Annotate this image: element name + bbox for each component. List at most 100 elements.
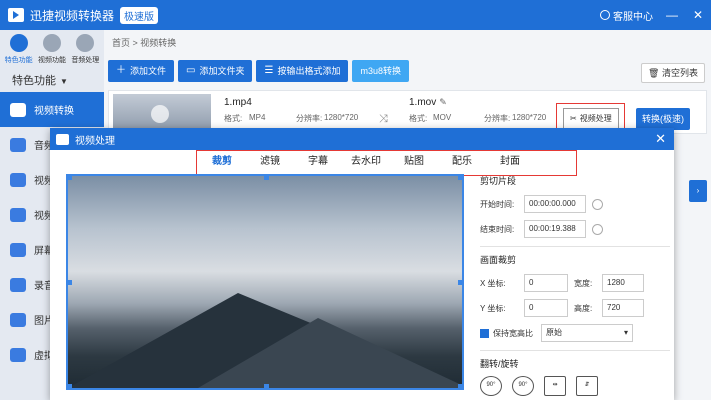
- source-file-name: 1.mp4: [224, 97, 252, 108]
- app-logo-icon: [56, 133, 69, 145]
- plus-icon: ＋: [116, 65, 126, 76]
- m3u8-button[interactable]: m3u8转换: [352, 60, 409, 82]
- edition-badge: 极速版: [120, 6, 159, 24]
- clear-list-button[interactable]: 🗑 清空列表: [641, 63, 705, 83]
- record-icon: [10, 277, 26, 292]
- width-label: 宽度:: [574, 278, 593, 288]
- topnav-video[interactable]: 视频功能: [36, 34, 68, 70]
- topnav-audio[interactable]: 音频处理: [69, 34, 101, 70]
- y-coord-input[interactable]: 0: [524, 299, 568, 317]
- tab-subtitle[interactable]: 字幕: [294, 151, 342, 173]
- title-bar: 迅捷视频转换器 极速版 客服中心 — ✕: [0, 0, 711, 30]
- screen-icon: [10, 242, 26, 257]
- folder-icon: ▭: [186, 65, 196, 76]
- video-preview[interactable]: [66, 174, 464, 390]
- source-format: MP4: [249, 113, 266, 122]
- flip-vertical-icon[interactable]: ⇵: [576, 376, 598, 396]
- divider: [480, 246, 670, 247]
- video-tool-icon: [10, 172, 26, 187]
- height-label: 高度:: [574, 303, 593, 313]
- target-file-name: 1.mov ✎: [409, 97, 447, 108]
- source-res-label: 分辨率:: [296, 114, 323, 123]
- keep-ratio-label: 保持宽高比: [493, 328, 533, 338]
- mountain-shape: [198, 318, 462, 388]
- sidebar-item-video-convert[interactable]: 视频转换: [0, 92, 104, 127]
- play-icon: [151, 105, 169, 123]
- convert-button[interactable]: 转换(极速): [636, 108, 690, 130]
- minimize-button[interactable]: —: [665, 8, 679, 22]
- image-icon: [10, 312, 26, 327]
- crop-handle[interactable]: [458, 384, 462, 388]
- app-logo-icon: [8, 8, 24, 22]
- support-link[interactable]: 客服中心: [600, 8, 653, 23]
- crop-handle[interactable]: [264, 176, 269, 180]
- app-title: 迅捷视频转换器: [30, 8, 115, 23]
- flip-horizontal-icon[interactable]: ⇹: [544, 376, 566, 396]
- tab-sticker[interactable]: 贴图: [390, 151, 438, 173]
- start-time-input[interactable]: 00:00:00.000: [524, 195, 586, 213]
- add-by-format-button[interactable]: ☰ 按输出格式添加: [256, 60, 349, 82]
- end-time-label: 结束时间:: [480, 224, 515, 234]
- chevron-down-icon: ▾: [623, 328, 628, 337]
- source-format-label: 格式:: [224, 114, 243, 123]
- virtual-icon: [10, 347, 26, 362]
- add-file-button[interactable]: ＋添加文件: [108, 60, 175, 82]
- tab-cover[interactable]: 封面: [486, 151, 534, 173]
- reset-icon[interactable]: [592, 223, 603, 235]
- breadcrumb: 首页 > 视频转换: [112, 38, 177, 48]
- crop-handle[interactable]: [68, 176, 72, 180]
- target-format: MOV: [433, 113, 452, 122]
- height-input[interactable]: 720: [602, 299, 644, 317]
- crop-handle[interactable]: [264, 384, 269, 388]
- audio-icon: [10, 137, 26, 152]
- keep-ratio-checkbox[interactable]: [480, 328, 489, 338]
- scissors-icon: ✂: [570, 114, 577, 123]
- trash-icon: 🗑: [648, 68, 660, 78]
- convert-button-2[interactable]: ›: [689, 180, 707, 202]
- settings-panel: 剪切片段 开始时间: 00:00:00.000 结束时间: 00:00:19.3…: [480, 174, 670, 396]
- topnav-featured[interactable]: 特色功能: [3, 34, 35, 70]
- source-resolution: 1280*720: [324, 113, 359, 122]
- tab-watermark[interactable]: 去水印: [342, 151, 390, 173]
- video-process-dialog: 视频处理 ✕ 裁剪 滤镜 字幕 去水印 贴图 配乐 封面 剪切片段 开始时间: …: [50, 128, 674, 400]
- start-time-label: 开始时间:: [480, 199, 515, 209]
- edit-icon[interactable]: ✎: [439, 97, 447, 107]
- tab-crop[interactable]: 裁剪: [198, 151, 246, 173]
- section-header[interactable]: 特色功能 ▼: [0, 70, 104, 92]
- rotate-right-icon[interactable]: 90°: [512, 376, 534, 396]
- crop-handle[interactable]: [458, 176, 462, 180]
- ratio-select[interactable]: 原始 ▾: [541, 324, 633, 342]
- video-edit-icon: [10, 207, 26, 222]
- y-coord-label: Y 坐标:: [480, 303, 506, 313]
- dialog-tabs: 裁剪 滤镜 字幕 去水印 贴图 配乐 封面: [198, 151, 534, 173]
- tab-music[interactable]: 配乐: [438, 151, 486, 173]
- crop-handle[interactable]: [458, 280, 462, 285]
- target-resolution: 1280*720: [512, 113, 547, 122]
- rotate-section-title: 翻转/旋转: [480, 359, 519, 369]
- rotate-left-icon[interactable]: 90°: [480, 376, 502, 396]
- dialog-title: 视频处理: [75, 135, 115, 147]
- dialog-close-icon[interactable]: ✕: [655, 131, 666, 147]
- width-input[interactable]: 1280: [602, 274, 644, 292]
- tab-filter[interactable]: 滤镜: [246, 151, 294, 173]
- video-icon: [10, 102, 26, 117]
- x-coord-input[interactable]: 0: [524, 274, 568, 292]
- target-res-label: 分辨率:: [484, 114, 511, 123]
- crop-handle[interactable]: [68, 384, 72, 388]
- x-coord-label: X 坐标:: [480, 278, 506, 288]
- clip-section-title: 剪切片段: [480, 176, 517, 186]
- toolbar: ＋添加文件 ▭ 添加文件夹 ☰ 按输出格式添加 m3u8转换: [104, 56, 711, 86]
- target-format-label: 格式:: [409, 114, 428, 123]
- video-process-button[interactable]: ✂ 视频处理: [563, 108, 619, 130]
- crop-handle[interactable]: [68, 280, 72, 285]
- reset-icon[interactable]: [592, 198, 603, 210]
- list-icon: ☰: [264, 65, 274, 76]
- divider: [480, 350, 670, 351]
- headset-icon: [600, 10, 610, 20]
- film-icon: [42, 34, 61, 52]
- close-button[interactable]: ✕: [691, 8, 705, 22]
- end-time-input[interactable]: 00:00:19.388: [524, 220, 586, 238]
- add-folder-button[interactable]: ▭ 添加文件夹: [178, 60, 253, 82]
- music-icon: [76, 34, 95, 52]
- swap-icon: ⤨: [379, 113, 388, 125]
